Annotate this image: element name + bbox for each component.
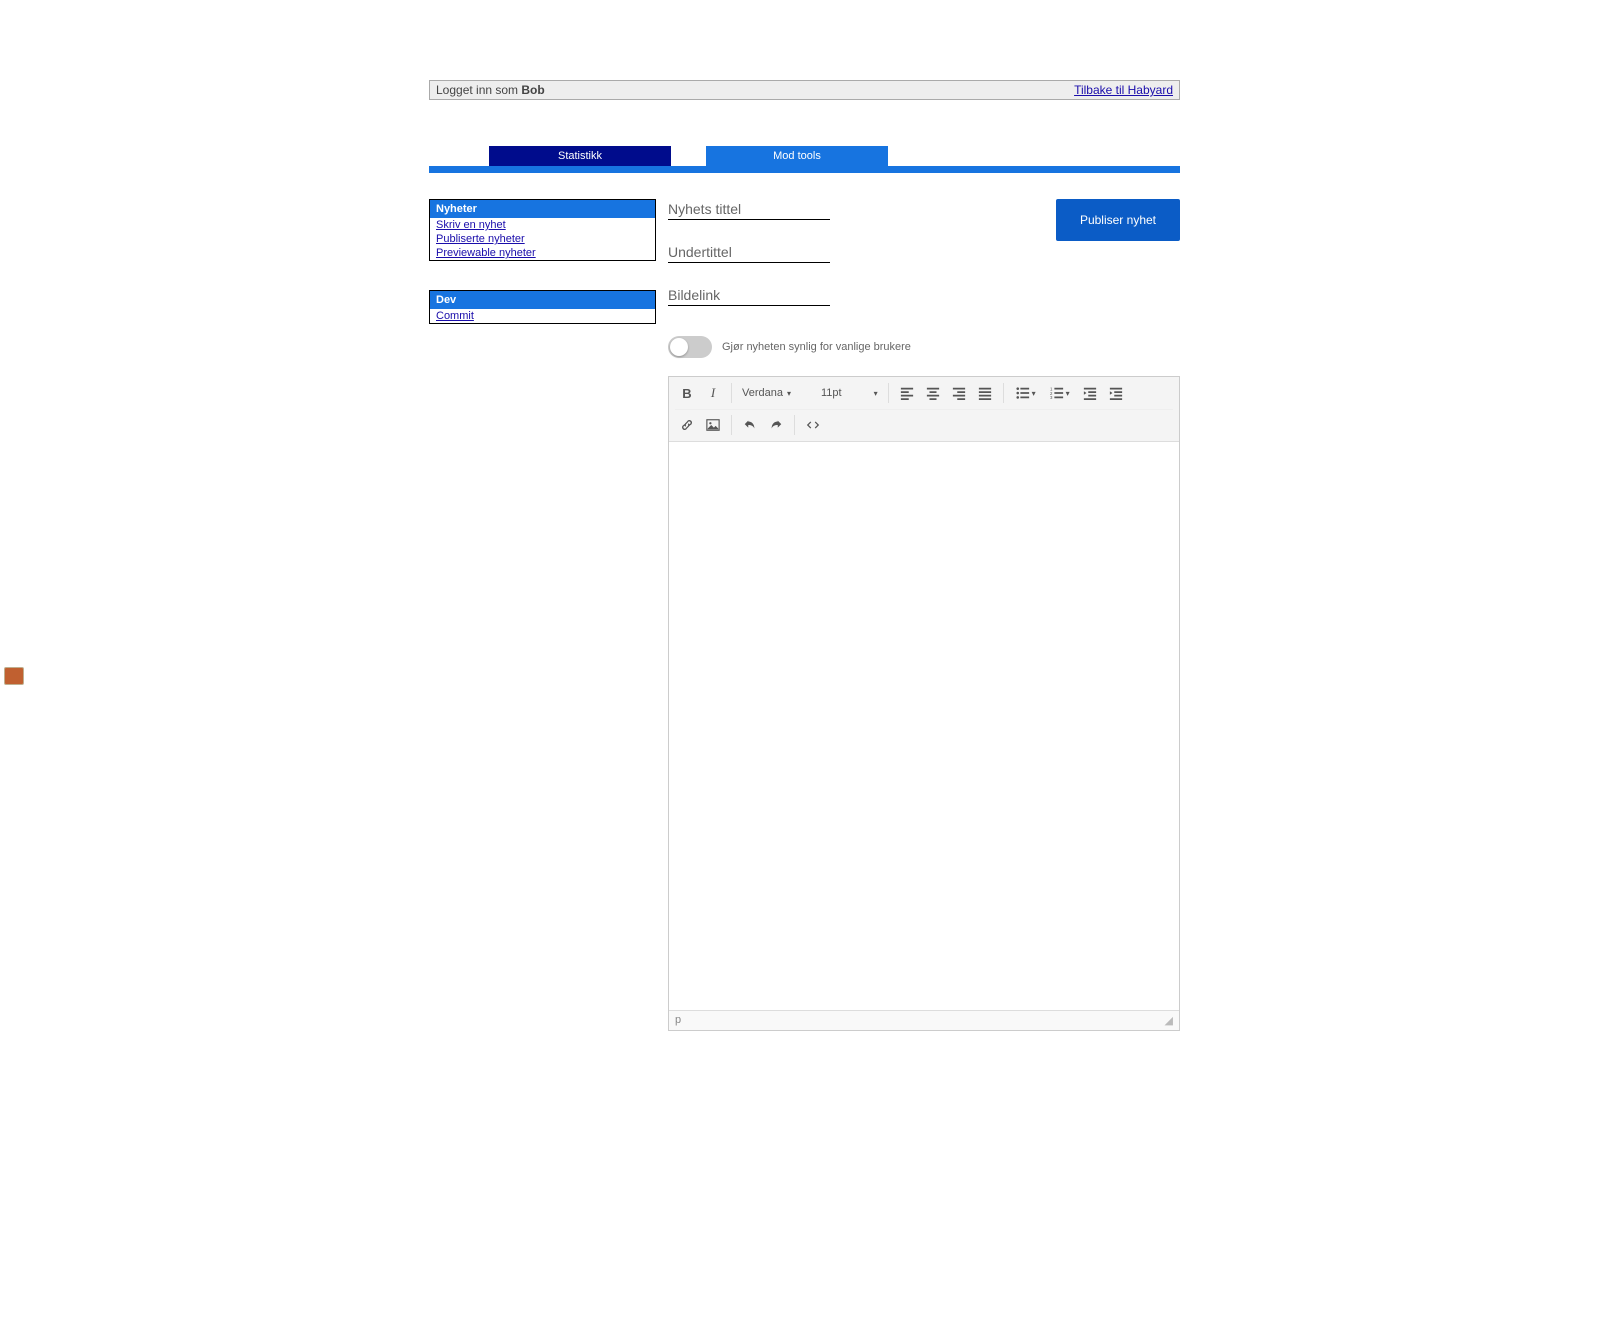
undo-button[interactable] [738, 413, 762, 437]
tab-statistikk[interactable]: Statistikk [489, 146, 671, 166]
link-button[interactable] [675, 413, 699, 437]
redo-button[interactable] [764, 413, 788, 437]
align-center-button[interactable] [921, 381, 945, 405]
logged-in-status: Logget inn som Bob [436, 83, 545, 97]
publish-news-button[interactable]: Publiser nyhet [1056, 199, 1180, 241]
font-family-value: Verdana [742, 387, 783, 399]
toolbar-separator [1003, 383, 1004, 403]
align-right-button[interactable] [947, 381, 971, 405]
logged-in-prefix: Logget inn som [436, 83, 521, 97]
back-to-habyard-link[interactable]: Tilbake til Habyard [1074, 83, 1173, 97]
link-previewable-nyheter[interactable]: Previewable nyheter [430, 246, 655, 260]
svg-text:3: 3 [1050, 395, 1053, 400]
editor-resize-handle[interactable]: ◢ [1165, 1014, 1173, 1027]
caret-down-icon: ▾ [1066, 389, 1070, 398]
news-subtitle-input[interactable] [668, 242, 830, 263]
editor-statusbar: p ◢ [669, 1010, 1179, 1030]
debug-widget-icon[interactable] [4, 667, 24, 685]
font-size-value: 11pt [821, 387, 842, 399]
editor-toolbar: B I Verdana ▾ 11pt ▾ [669, 377, 1179, 442]
toolbar-separator [888, 383, 889, 403]
panel-dev-header: Dev [430, 291, 655, 309]
news-title-input[interactable] [668, 199, 830, 220]
italic-button[interactable]: I [701, 381, 725, 405]
panel-nyheter-header: Nyheter [430, 200, 655, 218]
font-family-select[interactable]: Verdana ▾ [738, 387, 795, 399]
editor-content-area[interactable] [669, 442, 1179, 1010]
source-code-button[interactable] [801, 413, 825, 437]
visibility-toggle-label: Gjør nyheten synlig for vanlige brukere [722, 341, 911, 353]
logged-in-username: Bob [521, 83, 544, 97]
font-size-select[interactable]: 11pt ▾ [817, 387, 882, 399]
tab-mod-tools[interactable]: Mod tools [706, 146, 888, 166]
toolbar-separator [731, 415, 732, 435]
tabs-underline [429, 166, 1180, 173]
panel-nyheter: Nyheter Skriv en nyhet Publiserte nyhete… [429, 199, 656, 261]
editor-element-path: p [675, 1014, 681, 1027]
caret-down-icon: ▾ [874, 389, 878, 398]
numbered-list-button[interactable]: 123 ▾ [1044, 381, 1076, 405]
rich-text-editor: B I Verdana ▾ 11pt ▾ [668, 376, 1180, 1031]
outdent-button[interactable] [1078, 381, 1102, 405]
caret-down-icon: ▾ [787, 389, 791, 398]
link-commit[interactable]: Commit [430, 309, 655, 323]
bullet-list-button[interactable]: ▾ [1010, 381, 1042, 405]
panel-dev: Dev Commit [429, 290, 656, 324]
indent-button[interactable] [1104, 381, 1128, 405]
align-justify-button[interactable] [973, 381, 997, 405]
link-publiserte-nyheter[interactable]: Publiserte nyheter [430, 232, 655, 246]
bold-button[interactable]: B [675, 381, 699, 405]
image-button[interactable] [701, 413, 725, 437]
toolbar-separator [731, 383, 732, 403]
toolbar-separator [794, 415, 795, 435]
topbar: Logget inn som Bob Tilbake til Habyard [429, 80, 1180, 100]
caret-down-icon: ▾ [1032, 389, 1036, 398]
toggle-knob [670, 338, 688, 356]
link-skriv-en-nyhet[interactable]: Skriv en nyhet [430, 218, 655, 232]
visibility-toggle[interactable] [668, 336, 712, 358]
align-left-button[interactable] [895, 381, 919, 405]
news-imagelink-input[interactable] [668, 285, 830, 306]
